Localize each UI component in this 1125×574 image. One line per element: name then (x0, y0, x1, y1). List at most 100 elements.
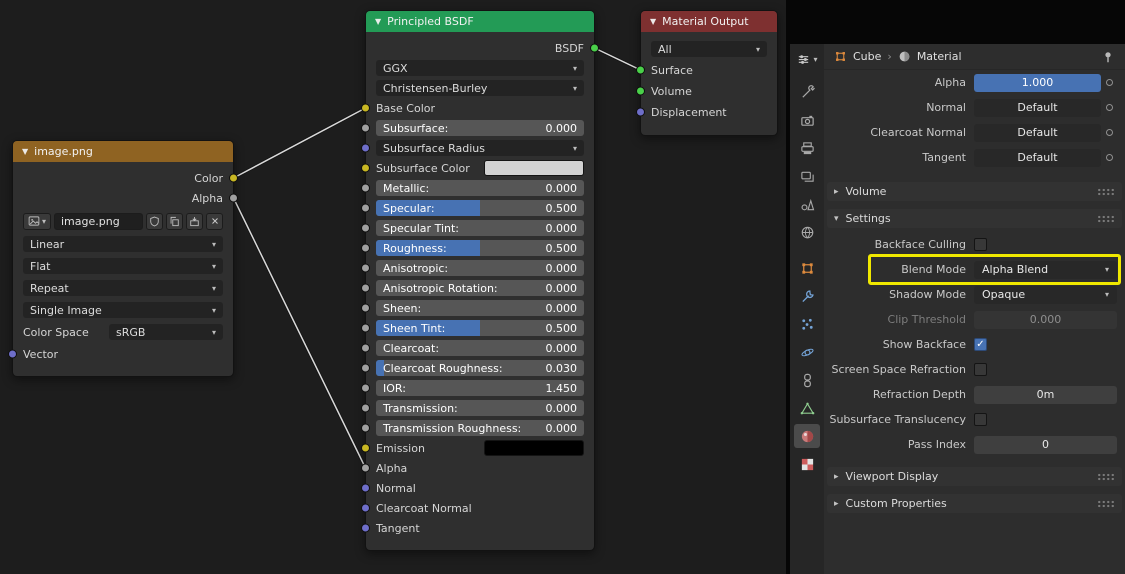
subsurface-radius-dropdown[interactable]: Subsurface Radius ▾ (376, 140, 584, 156)
drag-dots-icon[interactable] (1097, 215, 1115, 223)
tab-texture[interactable] (794, 452, 820, 476)
sheen-tint-input-socket[interactable] (361, 324, 370, 333)
subsurface-color-input-socket[interactable] (361, 164, 370, 173)
tab-object[interactable] (794, 256, 820, 280)
surface-input-socket[interactable] (636, 66, 645, 75)
editor-type-button[interactable]: ▾ (791, 48, 823, 70)
panel-custom-properties[interactable]: ▸ Custom Properties (827, 494, 1122, 513)
material-output-header[interactable]: ▼ Material Output (641, 11, 777, 32)
decorator-dot[interactable] (1101, 79, 1117, 86)
specular-slider[interactable]: Specular: 0.500 (376, 200, 584, 216)
subsurface-method-dropdown[interactable]: Christensen-Burley ▾ (376, 80, 584, 96)
specular-tint-input-socket[interactable] (361, 224, 370, 233)
alpha-output-socket[interactable] (229, 194, 238, 203)
base-color-input-socket[interactable] (361, 104, 370, 113)
clearcoat-roughness-slider[interactable]: Clearcoat Roughness: 0.030 (376, 360, 584, 376)
backface-culling-checkbox[interactable] (974, 238, 987, 251)
refraction-depth-field[interactable]: 0m (974, 386, 1117, 404)
normal-value-field[interactable]: Default (974, 99, 1101, 117)
image-name-field[interactable]: image.png (54, 213, 143, 230)
tab-render[interactable] (794, 108, 820, 132)
displacement-input-socket[interactable] (636, 108, 645, 117)
anisotropic-rotation-input-socket[interactable] (361, 284, 370, 293)
tab-world[interactable] (794, 220, 820, 244)
sheen-slider[interactable]: Sheen: 0.000 (376, 300, 584, 316)
shadow-mode-dropdown[interactable]: Opaque ▾ (974, 286, 1117, 304)
decorator-dot[interactable] (1101, 104, 1117, 111)
subsurface-translucency-checkbox[interactable] (974, 413, 987, 426)
output-target-dropdown[interactable]: All ▾ (651, 41, 767, 57)
transmission-slider[interactable]: Transmission: 0.000 (376, 400, 584, 416)
blend-mode-dropdown[interactable]: Alpha Blend ▾ (974, 261, 1117, 279)
collapse-arrow-icon[interactable]: ▼ (375, 17, 381, 26)
collapse-arrow-icon[interactable]: ▼ (22, 147, 28, 156)
pin-button[interactable] (1101, 50, 1115, 64)
collapse-arrow-icon[interactable]: ▼ (650, 17, 656, 26)
image-texture-node[interactable]: ▼ image.png Color Alpha (12, 140, 234, 377)
tab-view-layer[interactable] (794, 164, 820, 188)
sheen-input-socket[interactable] (361, 304, 370, 313)
transmission-input-socket[interactable] (361, 404, 370, 413)
material-output-node[interactable]: ▼ Material Output All ▾ Surface Volume D… (640, 10, 778, 136)
alpha-input-socket[interactable] (361, 464, 370, 473)
clearcoat-input-socket[interactable] (361, 344, 370, 353)
subsurface-input-socket[interactable] (361, 124, 370, 133)
metallic-slider[interactable]: Metallic: 0.000 (376, 180, 584, 196)
pack-file-button[interactable] (186, 213, 203, 230)
pass-index-field[interactable]: 0 (974, 436, 1117, 454)
principled-node-header[interactable]: ▼ Principled BSDF (366, 11, 594, 32)
bsdf-output-socket[interactable] (590, 44, 599, 53)
roughness-input-socket[interactable] (361, 244, 370, 253)
sheen-tint-slider[interactable]: Sheen Tint: 0.500 (376, 320, 584, 336)
tab-material[interactable] (794, 424, 820, 448)
tab-physics[interactable] (794, 340, 820, 364)
volume-input-socket[interactable] (636, 87, 645, 96)
breadcrumb-material-name[interactable]: Material (917, 50, 962, 63)
interpolation-dropdown[interactable]: Linear ▾ (23, 236, 223, 252)
tab-scene[interactable] (794, 192, 820, 216)
clearcoat-slider[interactable]: Clearcoat: 0.000 (376, 340, 584, 356)
subsurface-color-swatch[interactable] (484, 160, 584, 176)
roughness-slider[interactable]: Roughness: 0.500 (376, 240, 584, 256)
tab-object-data[interactable] (794, 396, 820, 420)
tab-tool[interactable] (794, 80, 820, 104)
metallic-input-socket[interactable] (361, 184, 370, 193)
emission-input-socket[interactable] (361, 444, 370, 453)
drag-dots-icon[interactable] (1097, 473, 1115, 481)
subsurface-radius-input-socket[interactable] (361, 144, 370, 153)
tab-constraints[interactable] (794, 368, 820, 392)
tangent-value-field[interactable]: Default (974, 149, 1101, 167)
anisotropic-slider[interactable]: Anisotropic: 0.000 (376, 260, 584, 276)
distribution-dropdown[interactable]: GGX ▾ (376, 60, 584, 76)
decorator-dot[interactable] (1101, 154, 1117, 161)
vector-input-socket[interactable] (8, 350, 17, 359)
specular-tint-slider[interactable]: Specular Tint: 0.000 (376, 220, 584, 236)
clearcoat-normal-value-field[interactable]: Default (974, 124, 1101, 142)
emission-color-swatch[interactable] (484, 440, 584, 456)
decorator-dot[interactable] (1101, 129, 1117, 136)
transmission-roughness-slider[interactable]: Transmission Roughness: 0.000 (376, 420, 584, 436)
transmission-roughness-input-socket[interactable] (361, 424, 370, 433)
clearcoat-normal-input-socket[interactable] (361, 504, 370, 513)
fake-user-button[interactable] (146, 213, 163, 230)
tab-modifiers[interactable] (794, 284, 820, 308)
source-dropdown[interactable]: Single Image ▾ (23, 302, 223, 318)
normal-input-socket[interactable] (361, 484, 370, 493)
specular-input-socket[interactable] (361, 204, 370, 213)
color-space-dropdown[interactable]: sRGB ▾ (109, 324, 223, 340)
subsurface-slider[interactable]: Subsurface: 0.000 (376, 120, 584, 136)
panel-settings[interactable]: ▾ Settings (827, 209, 1122, 228)
clearcoat-roughness-input-socket[interactable] (361, 364, 370, 373)
principled-bsdf-node[interactable]: ▼ Principled BSDF BSDF GGX ▾ Christensen… (365, 10, 595, 551)
ior-input-socket[interactable] (361, 384, 370, 393)
screen-space-refraction-checkbox[interactable] (974, 363, 987, 376)
ior-slider[interactable]: IOR: 1.450 (376, 380, 584, 396)
drag-dots-icon[interactable] (1097, 500, 1115, 508)
tab-particles[interactable] (794, 312, 820, 336)
panel-volume[interactable]: ▸ Volume (827, 182, 1122, 201)
image-node-header[interactable]: ▼ image.png (13, 141, 233, 162)
extension-dropdown[interactable]: Repeat ▾ (23, 280, 223, 296)
show-backface-checkbox[interactable]: ✓ (974, 338, 987, 351)
breadcrumb-object-name[interactable]: Cube (853, 50, 881, 63)
anisotropic-rotation-slider[interactable]: Anisotropic Rotation: 0.000 (376, 280, 584, 296)
